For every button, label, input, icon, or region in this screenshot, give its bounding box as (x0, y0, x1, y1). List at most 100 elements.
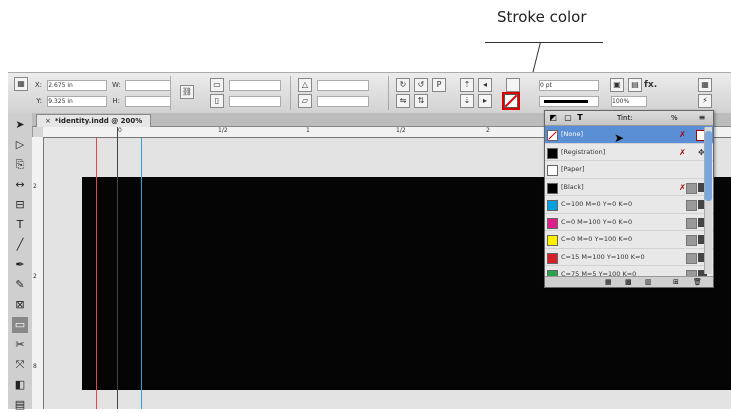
pencil-tool-icon[interactable]: ✎ (12, 277, 28, 293)
free-transform-tool-icon[interactable]: ⤧ (12, 357, 28, 373)
shear-field[interactable] (317, 95, 369, 107)
swatch-chip (547, 235, 558, 246)
direct-selection-tool-icon[interactable]: ▷ (12, 137, 28, 153)
line-tool-icon[interactable]: ╱ (12, 237, 28, 253)
text-frame-icon[interactable]: P (432, 78, 446, 92)
swatch-chip (547, 252, 558, 264)
callout-underline (485, 42, 603, 43)
swatch-row[interactable]: [Paper] (545, 161, 713, 179)
gradient-tool-icon[interactable]: ◧ (12, 377, 28, 393)
swatch-chip (547, 217, 558, 229)
vertical-ruler[interactable]: 2 2 8 (32, 137, 44, 409)
tint-label: Tint: (617, 114, 633, 122)
stroke-weight-field[interactable]: 0 pt (539, 79, 599, 91)
rotate-ccw-icon[interactable]: ↺ (414, 78, 428, 92)
x-position-field[interactable]: 2.675 in (47, 79, 108, 91)
rotate-icon: △ (298, 78, 312, 92)
fill-stroke-proxy-icon[interactable]: ◩ (548, 113, 558, 123)
swatches-panel-header: ◩ ▢ T Tint: % ≡ (545, 111, 713, 126)
fill-color-icon[interactable] (506, 78, 520, 92)
height-field[interactable] (125, 95, 172, 107)
drop-shadow-icon[interactable]: ▣ (610, 78, 624, 92)
new-swatch-icon[interactable]: ⊞ (673, 277, 679, 287)
x-label: X: (34, 81, 42, 89)
swatch-row[interactable]: C=100 M=0 Y=0 K=0 (545, 196, 713, 214)
swatch-scrollbar[interactable] (704, 127, 712, 274)
show-color-icon[interactable]: ▩ (625, 277, 632, 287)
stroke-swatches-panel: ◩ ▢ T Tint: % ≡ [None] ✗ [Registration] ✗ ✥[… (544, 110, 714, 288)
select-previous-icon[interactable]: ◂ (478, 78, 492, 92)
scissors-tool-icon[interactable]: ✂ (12, 337, 28, 353)
swatches-panel-footer: ▦ ▩ ▥ ⊞ 🗑 (545, 276, 713, 287)
swatch-name: C=0 M=100 Y=0 K=0 (561, 217, 633, 226)
gap-tool-icon[interactable]: ↔ (12, 177, 28, 193)
mouse-pointer-icon: ➤ (614, 131, 625, 145)
close-tab-icon[interactable]: × (45, 117, 51, 125)
show-all-icon[interactable]: ▦ (605, 277, 612, 287)
rotation-field[interactable] (317, 79, 369, 91)
ruler-label: 8 (33, 363, 37, 370)
process-color-icon (686, 235, 697, 246)
swatch-row[interactable]: [Registration] ✗ ✥ (545, 144, 713, 161)
reference-point-grid[interactable]: ▦ (12, 77, 30, 91)
panel-menu-icon[interactable]: ▦ (698, 78, 712, 92)
margin-guide (96, 138, 97, 409)
swatch-row[interactable]: C=0 M=0 Y=100 K=0 (545, 231, 713, 249)
rectangle-tool-icon[interactable]: ▭ (12, 317, 28, 333)
quick-apply-icon[interactable]: ⚡ (698, 94, 712, 108)
column-guide (141, 138, 142, 409)
ruler-label: 1 (306, 127, 310, 134)
flip-horizontal-icon[interactable]: ⇋ (396, 94, 410, 108)
swatch-chip (547, 182, 558, 194)
scale-x-field[interactable] (229, 79, 281, 91)
flip-vertical-icon[interactable]: ⇅ (414, 94, 428, 108)
rotate-cw-icon[interactable]: ↻ (396, 78, 410, 92)
constrain-proportions-icon[interactable]: ⛓ (180, 85, 194, 99)
width-field[interactable] (125, 79, 172, 91)
pen-tool-icon[interactable]: ✒ (12, 257, 28, 273)
content-collector-icon[interactable]: ⊟ (12, 197, 28, 213)
text-formatting-icon[interactable]: T (575, 113, 585, 123)
ruler-label: 2 (33, 183, 37, 190)
opacity-field[interactable]: 100% (611, 95, 647, 107)
rectangle-frame-tool-icon[interactable]: ⊠ (12, 297, 28, 313)
swatch-row[interactable]: [None] ✗ (545, 126, 713, 144)
document-tab[interactable]: × *identity.indd @ 200% (36, 114, 152, 127)
show-gradient-icon[interactable]: ▥ (645, 277, 652, 287)
swatch-chip (547, 165, 558, 176)
select-next-icon[interactable]: ▸ (478, 94, 492, 108)
selection-tool-icon[interactable]: ➤ (12, 117, 28, 133)
gradient-feather-tool-icon[interactable]: ▤ (12, 397, 28, 413)
swatch-name: C=100 M=0 Y=0 K=0 (561, 200, 633, 208)
stroke-type-select[interactable] (539, 95, 599, 107)
panel-menu-icon[interactable]: ≡ (697, 113, 707, 123)
y-position-field[interactable]: 9.325 in (47, 95, 108, 107)
swatch-name: [Registration] (561, 147, 606, 156)
effects-icon[interactable]: fx. (644, 80, 657, 90)
swatch-row[interactable]: [Black] ✗ (545, 179, 713, 196)
object-style-icon[interactable]: ▤ (628, 78, 642, 92)
swatch-name: [None] (561, 130, 584, 138)
reference-point-icon[interactable]: ▦ (14, 77, 28, 91)
swatch-chip (547, 147, 558, 159)
scale-y-field[interactable] (229, 95, 281, 107)
page-tool-icon[interactable]: ⎘ (12, 157, 28, 173)
swatch-row[interactable]: C=0 M=100 Y=0 K=0 (545, 214, 713, 231)
delete-swatch-icon[interactable]: 🗑 (693, 277, 702, 287)
separator (290, 76, 291, 110)
select-content-icon[interactable]: ⇣ (460, 94, 474, 108)
swatch-chip (547, 200, 558, 211)
container-icon[interactable]: ▢ (563, 113, 573, 123)
process-color-icon (686, 217, 697, 229)
tint-value[interactable]: % (671, 111, 678, 125)
ruler-label: 2 (33, 273, 37, 280)
scroll-thumb[interactable] (705, 131, 712, 201)
non-editable-icon: ✗ (679, 147, 686, 157)
type-tool-icon[interactable]: T (12, 217, 28, 233)
select-container-icon[interactable]: ⇡ (460, 78, 474, 92)
swatch-row[interactable]: C=15 M=100 Y=100 K=0 (545, 249, 713, 266)
process-color-icon (686, 252, 697, 264)
shear-icon: ▱ (298, 94, 312, 108)
y-label: Y: (36, 97, 42, 105)
stroke-color-icon[interactable] (502, 92, 520, 110)
